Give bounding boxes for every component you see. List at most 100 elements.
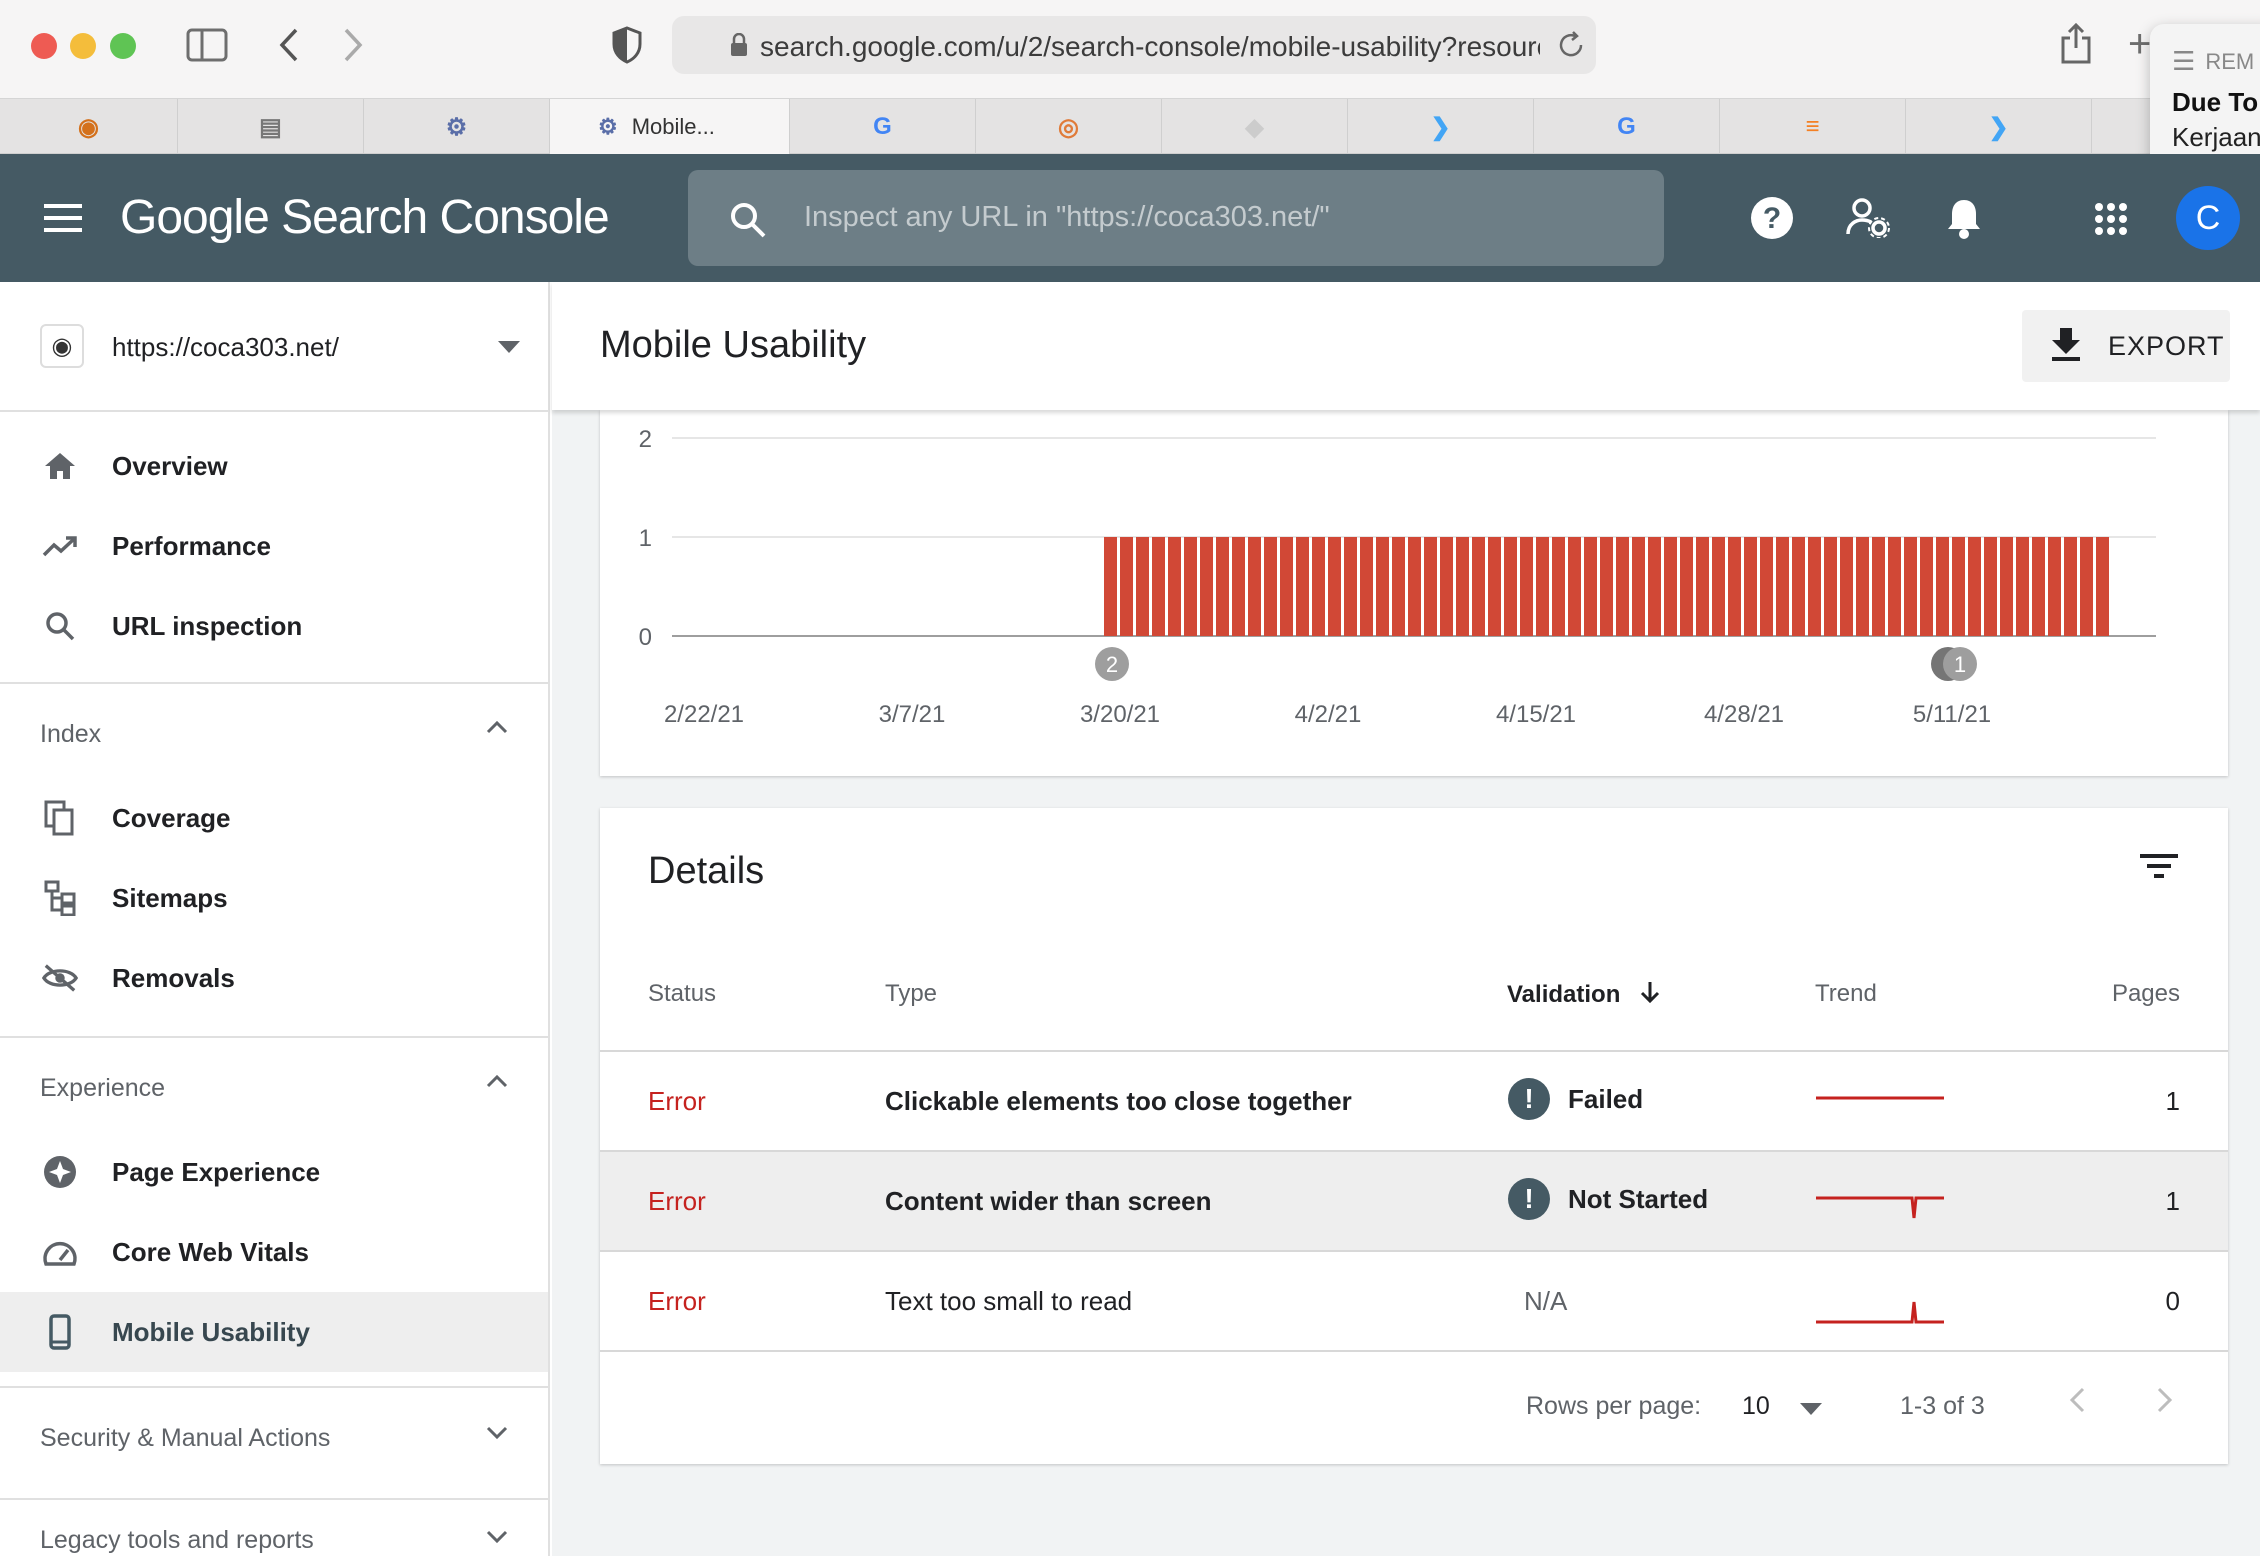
tab-google-2[interactable]: G [1534, 99, 1720, 155]
trend-sparkline [1814, 1276, 1946, 1331]
reload-icon[interactable] [1556, 30, 1586, 65]
section-legacy-toggle[interactable]: Legacy tools and reports [0, 1516, 548, 1556]
cube-favicon-icon: ◆ [1245, 113, 1264, 141]
sidebar-item-label: Sitemaps [112, 882, 228, 913]
details-card: Details Status Type Validation Trend Pag… [600, 808, 2228, 1464]
chart-bar [1776, 537, 1789, 636]
lock-icon [730, 32, 748, 62]
sidebar-item-overview[interactable]: Overview [0, 426, 548, 506]
search-icon [42, 608, 78, 644]
chart-bar [2096, 537, 2109, 636]
help-icon[interactable]: ? [1750, 196, 1794, 245]
chart-x-tick-label: 4/2/21 [1295, 701, 1362, 728]
zoom-window-button[interactable] [110, 33, 136, 59]
app-brand[interactable]: Google Search Console [120, 190, 610, 245]
reminders-app-icon: ☰ [2172, 46, 2196, 76]
forward-arrow-icon[interactable] [342, 26, 366, 69]
chart-bar [1616, 537, 1629, 636]
chart-y-tick-label: 2 [639, 426, 652, 453]
page-experience-icon [42, 1154, 78, 1190]
tab-flutter-2[interactable]: ❯ [1906, 99, 2092, 155]
search-input[interactable]: Inspect any URL in "https://coca303.net/… [804, 201, 1330, 234]
pages-cell: 1 [2165, 1086, 2180, 1116]
menu-icon[interactable] [44, 204, 82, 237]
apps-grid-icon[interactable] [2094, 202, 2128, 241]
new-tab-icon[interactable]: + [2128, 24, 2151, 64]
sidebar-item-url-inspection[interactable]: URL inspection [0, 586, 548, 666]
url-inspect-search[interactable]: Inspect any URL in "https://coca303.net/… [688, 170, 1664, 266]
chart-bar [2000, 537, 2013, 636]
share-icon[interactable] [2060, 22, 2092, 69]
file-copy-icon [42, 800, 78, 836]
column-header-type[interactable]: Type [885, 980, 937, 1008]
page-title: Mobile Usability [600, 324, 867, 366]
browser-toolbar: search.google.com/u/2/search-console/mob… [0, 0, 2260, 98]
chart-x-tick-label: 4/15/21 [1496, 701, 1576, 728]
chart-bar [2048, 537, 2061, 636]
chart-bar [1344, 537, 1357, 636]
privacy-shield-icon[interactable] [612, 26, 642, 69]
section-experience-toggle[interactable]: Experience [0, 1056, 548, 1116]
chart-bar [1184, 537, 1197, 636]
close-window-button[interactable] [31, 33, 57, 59]
sidebar-toggle-icon[interactable] [186, 28, 228, 67]
filter-icon[interactable] [2140, 852, 2178, 885]
chart-bar [1696, 537, 1709, 636]
table-row[interactable]: Error Content wider than screen ! Not St… [600, 1150, 2228, 1250]
section-index-toggle[interactable]: Index [0, 702, 548, 762]
chart-x-tick-label: 2/22/21 [664, 701, 744, 728]
chevron-left-icon[interactable] [2068, 1386, 2086, 1419]
chart-bar [1120, 537, 1133, 636]
table-row[interactable]: Error Text too small to read N/A 0 [600, 1250, 2228, 1350]
chart-bar [1792, 537, 1805, 636]
chart-bar [1904, 537, 1917, 636]
column-header-pages[interactable]: Pages [2112, 980, 2180, 1008]
account-avatar[interactable]: C [2176, 186, 2240, 250]
tab-pinned-7[interactable]: ◆ [1162, 99, 1348, 155]
export-button[interactable]: EXPORT [2022, 310, 2230, 382]
tab-pinned-1[interactable]: ◉ [0, 99, 178, 155]
tab-google-1[interactable]: G [790, 99, 976, 155]
back-arrow-icon[interactable] [276, 26, 300, 69]
tab-mobile-usability[interactable]: ⚙ Mobile... [550, 99, 790, 155]
address-bar[interactable]: search.google.com/u/2/search-console/mob… [672, 16, 1596, 74]
section-security-toggle[interactable]: Security & Manual Actions [0, 1406, 548, 1466]
chevron-right-icon[interactable] [2156, 1386, 2174, 1419]
validation-label: Failed [1568, 1083, 1644, 1114]
chart-bar [1216, 537, 1229, 636]
chart-bar [1264, 537, 1277, 636]
column-header-validation[interactable]: Validation [1507, 980, 1660, 1009]
chart-bar [1248, 537, 1261, 636]
property-selector[interactable]: ◉ https://coca303.net/ [38, 320, 520, 372]
sidebar-item-removals[interactable]: Removals [0, 938, 548, 1018]
chart-bar [1456, 537, 1469, 636]
notifications-bell-icon[interactable] [1946, 196, 1982, 245]
sidebar-item-coverage[interactable]: Coverage [0, 778, 548, 858]
google-favicon-icon: G [1617, 113, 1636, 140]
chart-x-tick-label: 3/20/21 [1080, 701, 1160, 728]
sidebar-item-page-experience[interactable]: Page Experience [0, 1132, 548, 1212]
tab-pinned-3[interactable]: ⚙ [364, 99, 550, 155]
sidebar-item-sitemaps[interactable]: Sitemaps [0, 858, 548, 938]
table-row[interactable]: Error Clickable elements too close toget… [600, 1050, 2228, 1150]
tab-flutter-1[interactable]: ❯ [1348, 99, 1534, 155]
reminder-title: Due To [2172, 87, 2259, 117]
chart-bar [1648, 537, 1661, 636]
tab-pinned-6[interactable]: ◎ [976, 99, 1162, 155]
sidebar-item-mobile-usability[interactable]: Mobile Usability [0, 1292, 548, 1372]
search-console-favicon-icon: ⚙ [598, 114, 618, 139]
column-header-status[interactable]: Status [648, 980, 716, 1008]
document-favicon-icon: ▤ [259, 113, 282, 141]
rows-per-page-select[interactable]: 10 [1742, 1388, 1852, 1428]
tab-stackoverflow[interactable]: ≡ [1720, 99, 1906, 155]
minimize-window-button[interactable] [70, 33, 96, 59]
validation-cell: ! Failed [1508, 1078, 1643, 1120]
sidebar-item-core-web-vitals[interactable]: Core Web Vitals [0, 1212, 548, 1292]
sitemap-icon [42, 880, 78, 916]
chart-bar [1728, 537, 1741, 636]
chart-bar [1152, 537, 1165, 636]
user-settings-icon[interactable] [1846, 198, 1890, 243]
tab-pinned-2[interactable]: ▤ [178, 99, 364, 155]
chart-y-tick-label: 0 [639, 624, 652, 651]
sidebar-item-performance[interactable]: Performance [0, 506, 548, 586]
